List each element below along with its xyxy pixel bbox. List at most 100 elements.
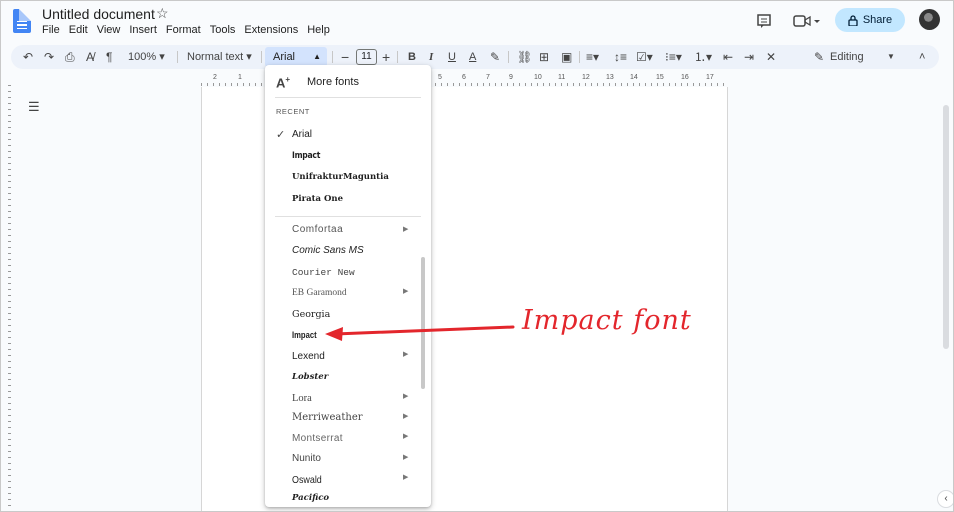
editing-mode-caret-icon[interactable]: ▼	[887, 49, 895, 65]
decrease-font-size-button[interactable]: −	[341, 49, 349, 65]
submenu-arrow-icon: ▶	[403, 454, 409, 461]
toolbar-divider	[508, 51, 509, 63]
link-icon[interactable]: ⛓	[517, 49, 532, 65]
clear-formatting-icon[interactable]: ✕	[766, 49, 776, 65]
decrease-indent-icon[interactable]: ⇤	[723, 49, 733, 65]
font-value: Arial	[273, 51, 296, 63]
undo-icon[interactable]: ↶	[23, 49, 33, 65]
menu-view[interactable]: View	[97, 24, 121, 36]
font-size-input[interactable]: 11	[356, 49, 377, 65]
font-item-lexend[interactable]: Lexend	[292, 351, 325, 362]
menu-extensions[interactable]: Extensions	[244, 24, 298, 36]
star-icon[interactable]: ☆	[156, 5, 169, 22]
annotation-label: Impact font	[522, 305, 692, 336]
meet-icon[interactable]	[793, 13, 821, 33]
increase-font-size-button[interactable]: +	[382, 49, 390, 65]
comment-add-icon[interactable]: ⊞	[539, 49, 549, 65]
font-item-courier-new[interactable]: Courier New	[292, 267, 355, 278]
font-item-merriweather[interactable]: Merriweather	[292, 412, 363, 423]
font-item-pacifico[interactable]: Pacifico	[292, 493, 329, 503]
font-menu-scrollbar[interactable]	[421, 257, 425, 389]
ruler-number: 10	[534, 74, 542, 81]
menu-divider	[275, 216, 421, 217]
font-dropdown-menu: A+ More fonts RECENT ✓ Arial Impact Unif…	[265, 65, 431, 507]
toolbar-divider	[261, 51, 262, 63]
document-title[interactable]: Untitled document	[42, 6, 155, 22]
font-item-comfortaa[interactable]: Comfortaa	[292, 224, 343, 235]
font-item-recent-unifraktur[interactable]: UnifrakturMaguntia	[292, 172, 389, 182]
font-select[interactable]: Arial ▲	[265, 47, 327, 67]
more-fonts-label: More fonts	[307, 76, 359, 88]
menu-edit[interactable]: Edit	[69, 24, 88, 36]
docs-logo-icon[interactable]	[13, 9, 31, 33]
line-spacing-icon[interactable]: ↕≡	[614, 49, 627, 65]
zoom-select[interactable]: 100% ▾	[128, 49, 165, 65]
menu-help[interactable]: Help	[307, 24, 330, 36]
print-icon[interactable]: ⎙	[65, 49, 75, 65]
ruler-number: 7	[486, 74, 490, 81]
font-item-nunito[interactable]: Nunito	[292, 453, 321, 464]
bold-button[interactable]: B	[408, 49, 416, 65]
avatar[interactable]	[919, 9, 940, 30]
bulleted-list-icon[interactable]: ⁝≡▾	[665, 49, 682, 65]
toolbar-divider	[579, 51, 580, 63]
increase-indent-icon[interactable]: ⇥	[744, 49, 754, 65]
submenu-arrow-icon: ▶	[403, 288, 409, 295]
font-item-recent-arial[interactable]: Arial	[292, 129, 312, 140]
image-icon[interactable]: ▣	[561, 49, 572, 65]
comments-icon[interactable]	[756, 13, 772, 33]
font-item-recent-pirata-one[interactable]: Pirata One	[292, 194, 343, 204]
menu-tools[interactable]: Tools	[210, 24, 236, 36]
document-outline-icon[interactable]: ☰	[28, 99, 40, 115]
zoom-value: 100%	[128, 51, 157, 63]
toolbar-divider	[397, 51, 398, 63]
align-icon[interactable]: ≡▾	[586, 49, 599, 65]
font-item-comic-sans[interactable]: Comic Sans MS	[292, 245, 364, 256]
font-item-eb-garamond[interactable]: EB Garamond	[292, 288, 347, 298]
ruler-number: 15	[656, 74, 664, 81]
font-add-icon: A+	[276, 75, 291, 91]
ruler-number: 12	[582, 74, 590, 81]
header: Untitled document ☆ File Edit View Inser…	[1, 1, 953, 43]
font-item-impact[interactable]: Impact	[292, 330, 317, 340]
share-button[interactable]: Share	[835, 8, 905, 32]
redo-icon[interactable]: ↷	[44, 49, 54, 65]
app-frame: Untitled document ☆ File Edit View Inser…	[0, 0, 954, 512]
font-item-lobster[interactable]: Lobster	[292, 372, 328, 382]
numbered-list-icon[interactable]: ⒈▾	[694, 49, 712, 65]
submenu-arrow-icon: ▶	[403, 351, 409, 358]
ruler-number: 13	[606, 74, 614, 81]
menu-file[interactable]: File	[42, 24, 60, 36]
font-item-recent-impact[interactable]: Impact	[292, 151, 320, 161]
menu-insert[interactable]: Insert	[129, 24, 157, 36]
font-item-montserrat[interactable]: Montserrat	[292, 433, 343, 444]
font-item-lora[interactable]: Lora	[292, 393, 312, 404]
ruler-number: 11	[558, 74, 566, 81]
page-scrollbar[interactable]	[943, 105, 949, 349]
font-item-oswald[interactable]: Oswald	[292, 474, 322, 486]
ruler-number: 9	[509, 74, 513, 81]
style-select[interactable]: Normal text ▾	[187, 49, 252, 65]
spellcheck-icon[interactable]: A̸	[86, 49, 94, 65]
more-fonts-item[interactable]: A+ More fonts	[265, 71, 431, 95]
checklist-icon[interactable]: ☑▾	[636, 49, 653, 65]
toolbar: ↶ ↷ ⎙ A̸ ¶ 100% ▾ Normal text ▾ Arial ▲ …	[11, 45, 939, 69]
highlight-icon[interactable]: ✎	[490, 49, 500, 65]
menu-divider	[275, 97, 421, 98]
font-item-georgia[interactable]: Georgia	[292, 309, 330, 320]
italic-button[interactable]: I	[429, 49, 433, 65]
submenu-arrow-icon: ▶	[403, 474, 409, 481]
editing-mode-label[interactable]: Editing	[830, 49, 864, 65]
ruler-number: 2	[213, 74, 217, 81]
text-color-button[interactable]: A	[469, 49, 476, 65]
menu-format[interactable]: Format	[166, 24, 201, 36]
toolbar-divider	[332, 51, 333, 63]
underline-button[interactable]: U	[448, 49, 456, 65]
caret-up-icon: ▲	[313, 52, 321, 61]
collapse-menus-icon[interactable]: ˄	[919, 49, 925, 65]
pencil-icon: ✎	[814, 50, 825, 64]
lock-icon	[848, 14, 858, 26]
paint-format-icon[interactable]: ¶	[106, 49, 112, 65]
vertical-ruler[interactable]	[1, 85, 11, 511]
side-panel-toggle-icon[interactable]: ‹	[937, 490, 953, 508]
